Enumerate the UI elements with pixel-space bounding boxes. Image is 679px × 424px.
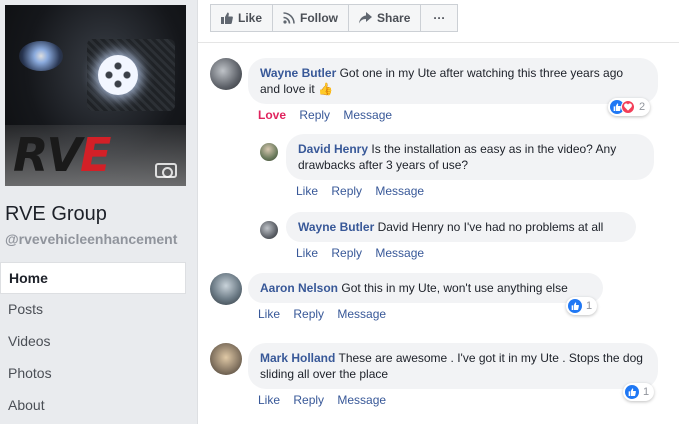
- reaction-summary[interactable]: 1: [566, 297, 598, 315]
- reply-text: David Henry no I've had no problems at a…: [377, 220, 604, 234]
- like-link[interactable]: Like: [258, 393, 280, 407]
- page-nav: Home Posts Videos Photos About: [0, 262, 186, 422]
- main-content: Like Follow Share ··· Wayne Butler Got o…: [197, 0, 679, 424]
- share-arrow-icon: [359, 12, 373, 24]
- avatar[interactable]: [260, 143, 278, 161]
- like-link[interactable]: Like: [296, 184, 318, 198]
- page-action-bar: Like Follow Share ···: [210, 4, 459, 32]
- reply-link[interactable]: Reply: [293, 307, 324, 321]
- comment-author[interactable]: Mark Holland: [260, 351, 335, 365]
- share-button[interactable]: Share: [348, 4, 422, 32]
- avatar[interactable]: [260, 221, 278, 239]
- love-reaction-icon: [621, 100, 635, 114]
- reply-link[interactable]: Reply: [331, 184, 362, 198]
- rss-icon: [283, 12, 295, 24]
- message-link[interactable]: Message: [337, 393, 386, 407]
- follow-label: Follow: [300, 11, 339, 25]
- page-handle[interactable]: @rvevehicleenhancement: [5, 231, 177, 247]
- message-link[interactable]: Message: [337, 307, 386, 321]
- nav-item-videos[interactable]: Videos: [0, 326, 186, 358]
- reaction-summary[interactable]: 1: [623, 383, 655, 401]
- reaction-count: 1: [586, 300, 593, 312]
- share-label: Share: [377, 11, 411, 25]
- like-link[interactable]: Like: [296, 246, 318, 260]
- comment-text: Got this in my Ute, won't use anything e…: [341, 281, 568, 295]
- thumbs-up-icon: [221, 12, 233, 24]
- reply-link[interactable]: Reply: [293, 393, 324, 407]
- reaction-count: 2: [639, 101, 646, 113]
- comment-bubble: Aaron Nelson Got this in my Ute, won't u…: [248, 273, 603, 303]
- reply-author[interactable]: David Henry: [298, 142, 368, 156]
- divider: [198, 42, 679, 43]
- reaction-summary[interactable]: 2: [608, 98, 651, 116]
- like-reaction-icon: [625, 385, 639, 399]
- follow-button[interactable]: Follow: [272, 4, 350, 32]
- headlight-graphic: [19, 41, 63, 71]
- nav-item-home[interactable]: Home: [0, 262, 186, 294]
- page-profile-picture[interactable]: RVE: [5, 5, 186, 186]
- reply-author[interactable]: Wayne Butler: [298, 220, 374, 234]
- nav-item-posts[interactable]: Posts: [0, 294, 186, 326]
- comment-author[interactable]: Wayne Butler: [260, 66, 336, 80]
- reply-actions: Like Reply Message: [296, 184, 434, 198]
- message-link[interactable]: Message: [343, 108, 392, 122]
- like-link[interactable]: Like: [258, 307, 280, 321]
- message-link[interactable]: Message: [375, 246, 424, 260]
- ellipsis-icon: ···: [433, 11, 446, 25]
- comment-bubble: Wayne Butler Got one in my Ute after wat…: [248, 58, 658, 104]
- reply-link[interactable]: Reply: [299, 108, 330, 122]
- rve-logo: RVE: [13, 128, 111, 182]
- reply-bubble: Wayne Butler David Henry no I've had no …: [286, 212, 636, 242]
- reaction-count: 1: [643, 386, 650, 398]
- avatar[interactable]: [210, 273, 242, 305]
- page-sidebar: RVE RVE Group @rvevehicleenhancement Hom…: [0, 0, 197, 424]
- reply-bubble: David Henry Is the installation as easy …: [286, 134, 654, 180]
- led-light-graphic: [98, 55, 138, 95]
- comment-actions: Like Reply Message: [258, 307, 396, 321]
- avatar[interactable]: [210, 343, 242, 375]
- comment-bubble: Mark Holland These are awesome . I've go…: [248, 343, 658, 389]
- more-options-button[interactable]: ···: [420, 4, 459, 32]
- comment-actions: Love Reply Message: [258, 108, 402, 122]
- message-link[interactable]: Message: [375, 184, 424, 198]
- love-link[interactable]: Love: [258, 108, 286, 122]
- like-page-button[interactable]: Like: [210, 4, 274, 32]
- comment-author[interactable]: Aaron Nelson: [260, 281, 338, 295]
- like-reaction-icon: [568, 299, 582, 313]
- nav-item-photos[interactable]: Photos: [0, 358, 186, 390]
- like-label: Like: [238, 11, 263, 25]
- reply-link[interactable]: Reply: [331, 246, 362, 260]
- page-title[interactable]: RVE Group: [5, 203, 107, 226]
- comment-actions: Like Reply Message: [258, 393, 396, 407]
- reply-actions: Like Reply Message: [296, 246, 434, 260]
- camera-icon[interactable]: [155, 163, 177, 178]
- nav-item-about[interactable]: About: [0, 390, 186, 422]
- avatar[interactable]: [210, 58, 242, 90]
